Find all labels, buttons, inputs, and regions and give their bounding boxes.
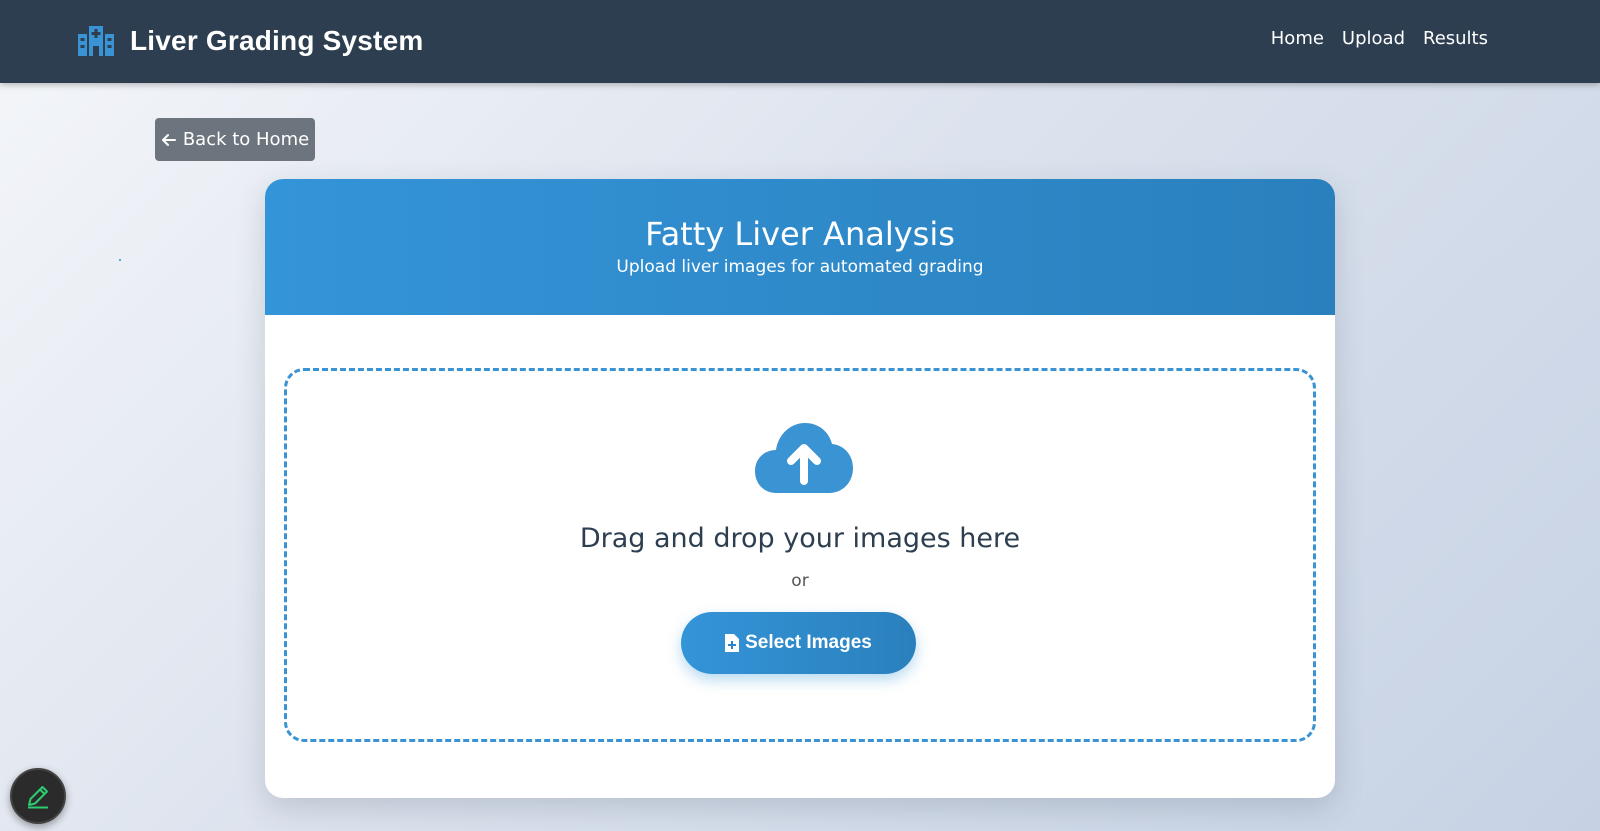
pencil-icon [28, 786, 48, 809]
hospital-icon [78, 26, 114, 56]
card-header: Fatty Liver Analysis Upload liver images… [265, 179, 1335, 315]
nav-links: Home Upload Results [1271, 28, 1488, 49]
upload-card: Fatty Liver Analysis Upload liver images… [265, 179, 1335, 798]
cloud-upload-icon [755, 423, 853, 493]
back-to-home-button[interactable]: Back to Home [155, 118, 315, 161]
or-divider-text: or [791, 571, 809, 591]
select-images-label: Select Images [745, 632, 872, 653]
app-title: Liver Grading System [130, 25, 424, 56]
back-button-label: Back to Home [182, 129, 310, 150]
navbar: Liver Grading System Home Upload Results [0, 0, 1600, 83]
nav-link-home[interactable]: Home [1271, 28, 1324, 49]
decorative-dot [119, 259, 121, 261]
brand[interactable]: Liver Grading System [78, 22, 423, 60]
dropzone[interactable]: Drag and drop your images here or Select… [284, 368, 1316, 742]
arrow-left-icon [161, 133, 176, 146]
card-title: Fatty Liver Analysis [645, 215, 955, 253]
nav-link-upload[interactable]: Upload [1342, 28, 1405, 49]
nav-link-results[interactable]: Results [1423, 28, 1488, 49]
card-subtitle: Upload liver images for automated gradin… [616, 257, 984, 277]
select-images-button[interactable]: Select Images [681, 612, 916, 674]
edit-fab-button[interactable] [10, 768, 66, 824]
file-plus-icon [725, 634, 740, 652]
dropzone-instruction: Drag and drop your images here [579, 523, 1021, 554]
